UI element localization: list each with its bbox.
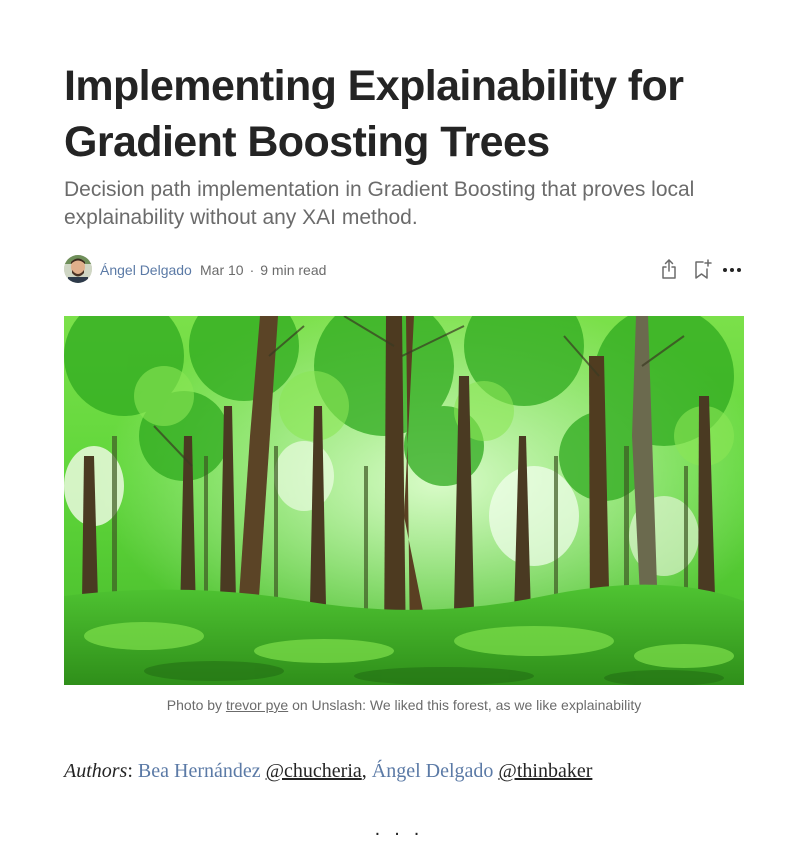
author2-handle-link[interactable]: @thinbaker (498, 760, 592, 782)
author-avatar[interactable] (64, 255, 92, 283)
caption-suffix: on Unslash: We liked this forest, as we … (288, 697, 642, 713)
article-title: Implementing Explainability for Gradient… (64, 62, 684, 166)
read-time: 9 min read (260, 262, 327, 278)
image-caption: Photo by trevor pye on Unslash: We liked… (64, 697, 744, 713)
authors-label: Authors (64, 760, 128, 782)
caption-prefix: Photo by (166, 697, 226, 713)
avatar-icon (64, 255, 92, 283)
forest-photo (64, 316, 744, 685)
authors-line: Authors: Bea Hernández @chucheria, Ángel… (64, 760, 744, 783)
photographer-link[interactable]: trevor pye (226, 697, 288, 713)
author2-profile-link[interactable]: Ángel Delgado (372, 760, 494, 782)
meta-separator: · (249, 262, 255, 278)
author1-profile-link[interactable]: Bea Hernández (138, 760, 261, 782)
post-date: Mar 10 (200, 262, 244, 278)
more-options-icon[interactable] (720, 257, 744, 281)
authors-colon: : (127, 760, 138, 782)
bookmark-add-icon[interactable] (690, 257, 714, 281)
share-icon[interactable] (657, 257, 681, 281)
section-break: ... (374, 818, 434, 840)
authors-comma: , (361, 760, 372, 782)
author1-handle-link[interactable]: @chucheria (266, 760, 362, 782)
post-meta: Mar 10 · 9 min read (200, 262, 326, 278)
author-name-link[interactable]: Ángel Delgado (100, 262, 192, 278)
hero-image (64, 316, 744, 685)
byline: Ángel Delgado Mar 10 · 9 min read (64, 255, 744, 285)
article-subtitle: Decision path implementation in Gradient… (64, 178, 695, 229)
